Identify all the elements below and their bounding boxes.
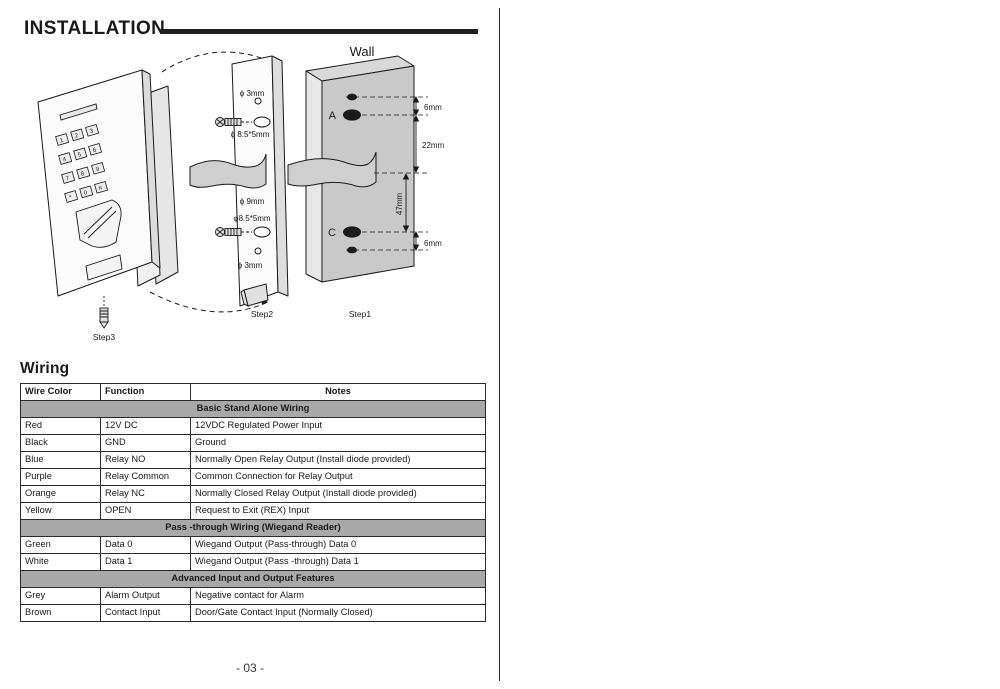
col-function: Function xyxy=(100,383,191,401)
installation-diagram: 1 2 3 4 5 6 7 8 9 * 0 # Step3 ϕ 3mm ϕ 8.… xyxy=(37,44,445,342)
label-hole-3mm-top: ϕ 3mm xyxy=(240,89,265,98)
table-row: Red 12V DC 12VDC Regulated Power Input xyxy=(20,417,486,435)
section-row: Basic Stand Alone Wiring xyxy=(20,400,486,418)
wiring-table-container: Wire Color Function Notes Basic Stand Al… xyxy=(20,383,486,622)
dim-47mm: 47mm xyxy=(395,193,404,216)
table-row: Brown Contact Input Door/Gate Contact Inpu… xyxy=(20,604,486,622)
left-page: INSTALLATION 1 2 3 4 5 6 7 8 9 * 0 # Ste… xyxy=(0,0,500,689)
table-row: White Data 1 Wiegand Output (Pass -through… xyxy=(20,553,486,571)
col-notes: Notes xyxy=(190,383,486,401)
label-handle-9mm: ϕ 9mm xyxy=(240,197,265,206)
table-row: Grey Alarm Output Negative contact for Ala… xyxy=(20,587,486,605)
right-page: Sound and Light Indication Operation Sta… xyxy=(500,0,1000,689)
step1-label: Step1 xyxy=(349,309,371,319)
section-row: Pass -through Wiring (Wiegand Reader) xyxy=(20,519,486,537)
table-row: Orange Relay NC Normally Closed Relay Outp… xyxy=(20,485,486,503)
table-row: Yellow OPEN Request to Exit (REX) Input xyxy=(20,502,486,520)
wiring-table: Wire Color Function Notes Basic Stand Al… xyxy=(20,383,486,622)
dim-bottom-6mm: 6mm xyxy=(424,239,442,248)
wall-label: Wall xyxy=(350,44,375,59)
page-number-left: - 03 - xyxy=(236,661,265,675)
dim-22mm: 22mm xyxy=(422,141,445,150)
wiring-heading: Wiring xyxy=(20,360,70,377)
table-row: Black GND Ground xyxy=(20,434,486,452)
step2-label: Step2 xyxy=(251,309,273,319)
table-header-row: Wire Color Function Notes xyxy=(20,383,486,401)
label-hole-screw-top: ϕ 8.5*5mm xyxy=(231,130,270,139)
col-wire-color: Wire Color xyxy=(20,383,101,401)
marker-c-label: C xyxy=(328,227,336,239)
label-hole-screw-bottom: φ8.5*5mm xyxy=(233,214,271,223)
dim-top-6mm: 6mm xyxy=(424,103,442,112)
step3-label: Step3 xyxy=(93,332,115,342)
label-hole-3mm-bottom: ϕ 3mm xyxy=(238,261,263,270)
table-row: Green Data 0 Wiegand Output (Pass-through)… xyxy=(20,536,486,554)
table-row: Blue Relay NO Normally Open Relay Output (… xyxy=(20,451,486,469)
marker-a-label: A xyxy=(329,110,337,122)
section-row: Advanced Input and Output Features xyxy=(20,570,486,588)
table-row: Purple Relay Common Common Connection for … xyxy=(20,468,486,486)
